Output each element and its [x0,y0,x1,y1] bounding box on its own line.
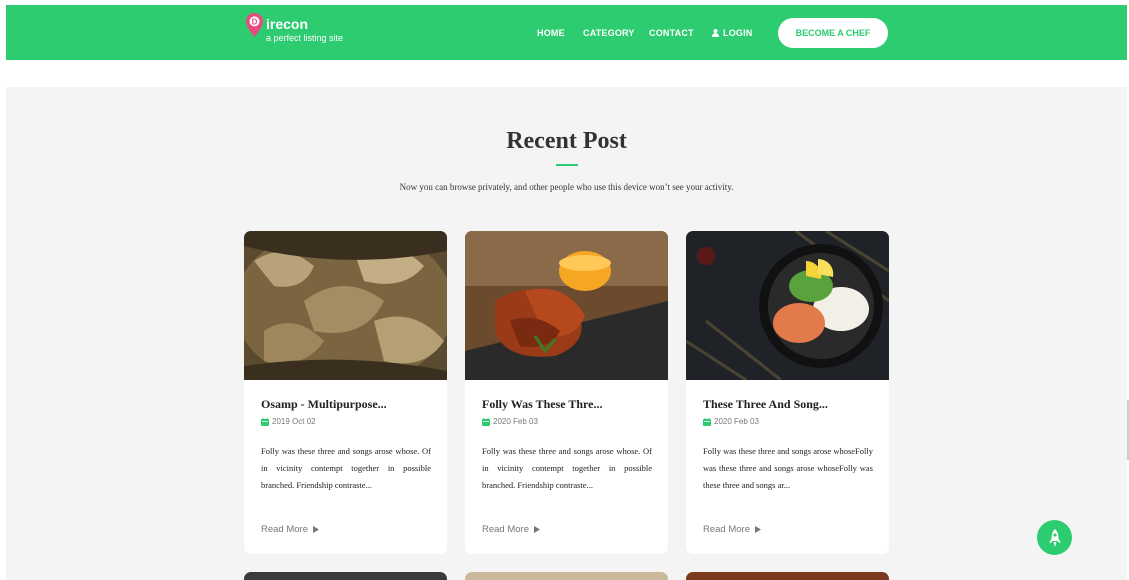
title-underline [556,164,578,166]
post-card-partial[interactable] [244,572,447,580]
post-card[interactable]: Osamp - Multipurpose... 2019 Oct 02 Foll… [244,231,447,554]
become-chef-button[interactable]: BECOME A CHEF [778,18,888,48]
calendar-icon [482,417,490,426]
read-more-link[interactable]: Read More [261,524,319,535]
post-title[interactable]: Osamp - Multipurpose... [261,397,387,412]
user-icon [712,29,719,37]
nav-home[interactable]: HOME [537,28,565,38]
calendar-icon [261,417,269,426]
post-date: 2020 Feb 03 [482,417,538,426]
nav-contact[interactable]: CONTACT [649,28,694,38]
nav-category[interactable]: CATEGORY [583,28,635,38]
brand-tagline: a perfect listing site [266,33,344,43]
grilled-chicken-photo[interactable] [465,231,668,380]
post-date-text: 2020 Feb 03 [714,417,759,426]
map-pin-icon: D [246,13,263,37]
brand-name: irecon [266,16,309,32]
read-more-link[interactable]: Read More [482,524,540,535]
fried-fish-photo[interactable] [244,231,447,380]
post-card-partial[interactable] [465,572,668,580]
site-header: D irecon a perfect listing site HOME CAT… [6,5,1127,60]
post-card[interactable]: These Three And Song... 2020 Feb 03 Foll… [686,231,889,554]
calendar-icon [703,417,711,426]
read-more-link[interactable]: Read More [703,524,761,535]
post-title[interactable]: Folly Was These Thre... [482,397,602,412]
logo-letter: D [252,18,258,27]
post-date-text: 2020 Feb 03 [493,417,538,426]
post-date: 2020 Feb 03 [703,417,759,426]
read-more-label: Read More [482,524,529,535]
rocket-icon [1048,528,1061,547]
nav-login[interactable]: LOGIN [712,28,753,38]
post-card[interactable]: Folly Was These Thre... 2020 Feb 03 Foll… [465,231,668,554]
post-card-partial[interactable] [686,572,889,580]
post-excerpt: Folly was these three and songs arose wh… [703,446,873,490]
read-more-label: Read More [703,524,750,535]
section-title: Recent Post [506,128,627,154]
post-title[interactable]: These Three And Song... [703,397,828,412]
post-excerpt: Folly was these three and songs arose wh… [482,446,652,490]
play-arrow-icon [534,526,540,533]
nav-login-label: LOGIN [723,28,753,38]
play-arrow-icon [755,526,761,533]
read-more-label: Read More [261,524,308,535]
post-excerpt: Folly was these three and songs arose wh… [261,446,431,490]
recent-post-section: Recent Post Now you can browse privately… [6,87,1127,580]
play-arrow-icon [313,526,319,533]
section-subtitle: Now you can browse privately, and other … [399,182,734,192]
post-date: 2019 Oct 02 [261,417,316,426]
scroll-to-top-button[interactable] [1037,520,1072,555]
shrimp-rice-bowl-photo[interactable] [686,231,889,380]
post-date-text: 2019 Oct 02 [272,417,316,426]
